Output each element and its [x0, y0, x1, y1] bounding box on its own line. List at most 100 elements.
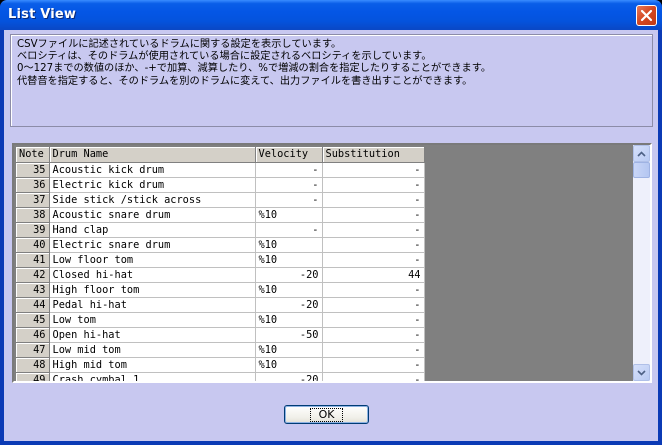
drum-name-cell[interactable]: Acoustic kick drum [49, 162, 256, 178]
description-line: CSVファイルに記述されているドラムに関する設定を表示しています。 [17, 39, 342, 50]
drum-name-cell[interactable]: Crash cymbal 1 [49, 372, 256, 381]
drum-name-cell[interactable]: Electric snare drum [49, 237, 256, 253]
drum-name-cell[interactable]: Closed hi-hat [49, 267, 256, 283]
description-text: CSVファイルに記述されているドラムに関する設定を表示しています。 ベロシティは、… [10, 34, 653, 127]
drum-name-cell[interactable]: Low mid tom [49, 342, 256, 358]
description-line: ベロシティは、そのドラムが使用されている場合に設定されるベロシティを示しています… [17, 51, 432, 63]
column-header-velocity[interactable]: Velocity [255, 147, 323, 163]
table-row[interactable]: 49 Crash cymbal 1 -20- [16, 372, 425, 381]
drum-name-cell[interactable]: Hand clap [49, 222, 256, 238]
note-cell[interactable]: 48 [16, 357, 50, 373]
velocity-cell[interactable]: - [255, 177, 323, 193]
substitution-cell[interactable]: - [322, 372, 425, 381]
substitution-cell[interactable]: - [322, 357, 425, 373]
note-cell[interactable]: 47 [16, 342, 50, 358]
note-cell[interactable]: 40 [16, 237, 50, 253]
velocity-cell[interactable]: -20 [255, 297, 323, 313]
description-line: 代替音を指定すると、そのドラムを別のドラムに変えて、出力ファイルを書き出すことが… [17, 75, 473, 87]
drum-table: Note Drum Name Velocity Substitution 35 A… [16, 147, 425, 381]
column-header-substitution[interactable]: Substitution [322, 147, 425, 163]
substitution-cell[interactable]: - [322, 342, 425, 358]
substitution-cell[interactable]: - [322, 222, 425, 238]
table-row[interactable]: 36 Electric kick drum - - [16, 177, 425, 193]
substitution-cell[interactable]: - [322, 282, 425, 298]
table-row[interactable]: 44 Pedal hi-hat -20- [16, 297, 425, 313]
note-cell[interactable]: 41 [16, 252, 50, 268]
note-cell[interactable]: 38 [16, 207, 50, 223]
velocity-cell[interactable]: - [255, 162, 323, 178]
scrollbar-thumb[interactable] [633, 162, 650, 178]
note-cell[interactable]: 37 [16, 192, 50, 208]
title-bar[interactable]: List View [0, 0, 662, 30]
list-view-window: List View CSVファイルに記述されているドラムに関する設定を表示してい… [0, 0, 662, 445]
table-row[interactable]: 48 High mid tom %10- [16, 357, 425, 373]
note-cell[interactable]: 42 [16, 267, 50, 283]
velocity-cell[interactable]: %10 [255, 357, 323, 373]
chevron-up-icon [637, 150, 646, 157]
substitution-cell[interactable]: 44 [322, 267, 425, 283]
velocity-cell[interactable]: -20 [255, 267, 323, 283]
substitution-cell[interactable]: - [322, 327, 425, 343]
table-header-row: Note Drum Name Velocity Substitution [16, 147, 425, 163]
velocity-cell[interactable]: %10 [255, 312, 323, 328]
table-row[interactable]: 39 Hand clap - - [16, 222, 425, 238]
drum-name-cell[interactable]: Electric kick drum [49, 177, 256, 193]
substitution-cell[interactable]: - [322, 162, 425, 178]
substitution-cell[interactable]: - [322, 297, 425, 313]
table-row[interactable]: 41 Low floor tom %10- [16, 252, 425, 268]
drum-name-cell[interactable]: Low tom [49, 312, 256, 328]
substitution-cell[interactable]: - [322, 237, 425, 253]
table-row[interactable]: 40 Electric snare drum %10- [16, 237, 425, 253]
velocity-cell[interactable]: %10 [255, 237, 323, 253]
ok-button-label: OK [309, 407, 344, 422]
substitution-cell[interactable]: - [322, 177, 425, 193]
table-row[interactable]: 45 Low tom %10- [16, 312, 425, 328]
note-cell[interactable]: 39 [16, 222, 50, 238]
note-cell[interactable]: 45 [16, 312, 50, 328]
velocity-cell[interactable]: - [255, 192, 323, 208]
vertical-scrollbar[interactable] [633, 145, 650, 381]
scroll-down-button[interactable] [633, 364, 650, 381]
note-cell[interactable]: 46 [16, 327, 50, 343]
substitution-cell[interactable]: - [322, 252, 425, 268]
drum-name-cell[interactable]: High mid tom [49, 357, 256, 373]
velocity-cell[interactable]: - [255, 222, 323, 238]
table-row[interactable]: 43 High floor tom %10- [16, 282, 425, 298]
table-row[interactable]: 42 Closed hi-hat -20 44 [16, 267, 425, 283]
table-row[interactable]: 47 Low mid tom %10- [16, 342, 425, 358]
description-line: 0～127までの数値のほか、-+で加算、減算したり、%で増減の割合を指定したりす… [17, 63, 492, 75]
drum-name-cell[interactable]: Acoustic snare drum [49, 207, 256, 223]
drum-name-cell[interactable]: High floor tom [49, 282, 256, 298]
drum-name-cell[interactable]: Side stick /stick across [49, 192, 256, 208]
velocity-cell[interactable]: %10 [255, 207, 323, 223]
scroll-up-button[interactable] [633, 145, 650, 162]
note-cell[interactable]: 36 [16, 177, 50, 193]
substitution-cell[interactable]: - [322, 207, 425, 223]
note-cell[interactable]: 43 [16, 282, 50, 298]
drum-name-cell[interactable]: Open hi-hat [49, 327, 256, 343]
chevron-down-icon [637, 369, 646, 376]
substitution-cell[interactable]: - [322, 312, 425, 328]
drum-list-view[interactable]: Note Drum Name Velocity Substitution 35 A… [12, 143, 652, 383]
column-header-note[interactable]: Note [16, 147, 50, 163]
table-row[interactable]: 37 Side stick /stick across - - [16, 192, 425, 208]
drum-name-cell[interactable]: Pedal hi-hat [49, 297, 256, 313]
velocity-cell[interactable]: -20 [255, 372, 323, 381]
table-row[interactable]: 38 Acoustic snare drum %10- [16, 207, 425, 223]
table-row[interactable]: 46 Open hi-hat -50- [16, 327, 425, 343]
ok-button[interactable]: OK [284, 405, 369, 424]
close-icon [640, 9, 653, 22]
velocity-cell[interactable]: %10 [255, 342, 323, 358]
velocity-cell[interactable]: %10 [255, 252, 323, 268]
substitution-cell[interactable]: - [322, 192, 425, 208]
note-cell[interactable]: 35 [16, 162, 50, 178]
table-row[interactable]: 35 Acoustic kick drum - - [16, 162, 425, 178]
dialog-client-area: CSVファイルに記述されているドラムに関する設定を表示しています。 ベロシティは、… [4, 30, 658, 441]
velocity-cell[interactable]: -50 [255, 327, 323, 343]
column-header-drum-name[interactable]: Drum Name [49, 147, 256, 163]
note-cell[interactable]: 44 [16, 297, 50, 313]
note-cell[interactable]: 49 [16, 372, 50, 381]
velocity-cell[interactable]: %10 [255, 282, 323, 298]
close-button[interactable] [636, 5, 657, 26]
drum-name-cell[interactable]: Low floor tom [49, 252, 256, 268]
